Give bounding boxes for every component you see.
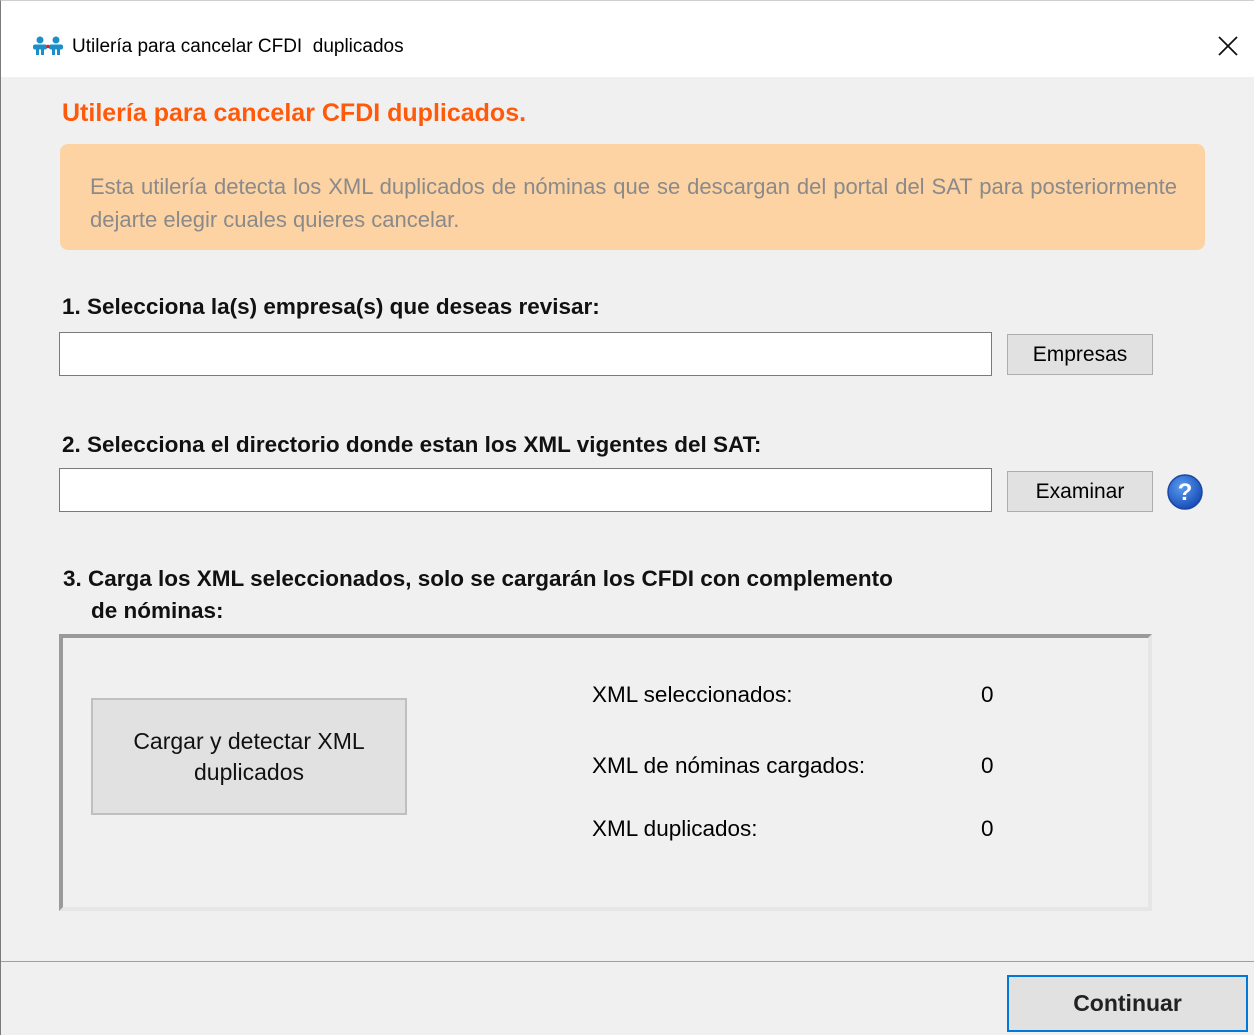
users-icon (33, 36, 63, 55)
page-title: Utilería para cancelar CFDI duplicados. (62, 99, 527, 127)
window-title: Utilería para cancelar CFDI duplicados (72, 36, 404, 57)
stat-label-loaded: XML de nóminas cargados: (592, 753, 866, 778)
dialog-window: Utilería para cancelar CFDI duplicados U… (0, 0, 1254, 1035)
continue-button[interactable]: Continuar (1007, 975, 1248, 1032)
directory-input[interactable] (59, 468, 992, 512)
close-icon[interactable] (1211, 29, 1245, 63)
stat-value-loaded: 0 (981, 753, 994, 778)
stat-value-duplicates: 0 (981, 816, 994, 841)
footer-divider (1, 961, 1254, 962)
title-bar[interactable]: Utilería para cancelar CFDI duplicados (1, 1, 1254, 77)
companies-input[interactable] (59, 332, 992, 376)
load-detect-button[interactable]: Cargar y detectar XML duplicados (91, 698, 407, 815)
companies-button[interactable]: Empresas (1007, 334, 1153, 375)
svg-text:?: ? (1178, 479, 1193, 506)
stat-label-selected: XML seleccionados: (592, 682, 793, 707)
step1-label: 1. Selecciona la(s) empresa(s) que desea… (62, 294, 600, 319)
info-text: Esta utilería detecta los XML duplicados… (90, 174, 1177, 232)
help-icon[interactable]: ? (1166, 473, 1204, 511)
browse-button[interactable]: Examinar (1007, 471, 1153, 512)
step3-label-line2: de nóminas: (91, 598, 224, 623)
step3-label-line1: 3. Carga los XML seleccionados, solo se … (63, 566, 893, 591)
step3-label: 3. Carga los XML seleccionados, solo se … (63, 563, 893, 627)
info-banner: Esta utilería detecta los XML duplicados… (60, 144, 1205, 250)
stat-label-duplicates: XML duplicados: (592, 816, 758, 841)
stat-value-selected: 0 (981, 682, 994, 707)
step2-label: 2. Selecciona el directorio donde estan … (62, 432, 762, 457)
